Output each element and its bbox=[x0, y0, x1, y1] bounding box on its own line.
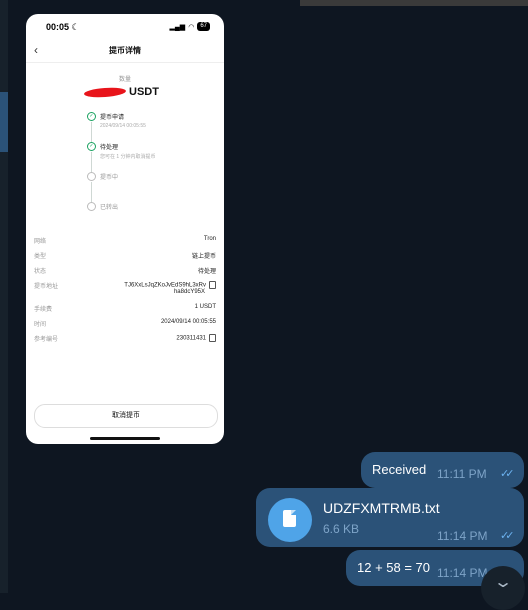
document-fold bbox=[291, 510, 296, 515]
document-icon bbox=[283, 510, 296, 527]
file-name[interactable]: UDZFXMTRMB.txt bbox=[323, 500, 440, 516]
chevron-down-icon: ⌄ bbox=[492, 574, 514, 591]
message-text: Received bbox=[372, 462, 427, 477]
amount-label: 数量 bbox=[118, 77, 131, 83]
file-message-bubble[interactable]: UDZFXMTRMB.txt 6.6 KB 11:14 PM ✓✓ bbox=[256, 488, 524, 547]
status-bar: 00:05 ☾ ▂▄▆ ◠ 67 bbox=[26, 14, 224, 38]
status-time-text: 00:05 bbox=[46, 22, 70, 32]
message-time: 11:11 PM bbox=[437, 467, 487, 481]
detail-label: 时间 bbox=[34, 322, 47, 328]
empty-circle-icon bbox=[87, 172, 96, 181]
file-download-button[interactable] bbox=[268, 498, 312, 542]
detail-label: 提币地址 bbox=[34, 284, 59, 290]
step-title: 待处理 bbox=[100, 145, 119, 151]
check-circle-icon: ✓ bbox=[87, 142, 96, 151]
step-subtitle: 2024/09/14 00:05:55 bbox=[100, 123, 146, 129]
detail-value: 230311431 bbox=[176, 334, 216, 342]
status-time: 00:05 ☾ bbox=[46, 22, 80, 33]
detail-label: 参考编号 bbox=[34, 337, 59, 343]
detail-value: 待处理 bbox=[197, 269, 216, 275]
progress-line bbox=[91, 122, 92, 144]
chat-list-selected-marker bbox=[0, 92, 8, 152]
detail-value: 2024/09/14 00:05:55 bbox=[160, 319, 216, 325]
detail-value: 链上提币 bbox=[191, 254, 216, 260]
detail-value: TJ6XxLsJqZKoJvEdS9hL3xRv bbox=[124, 281, 216, 289]
progress-line bbox=[91, 152, 92, 174]
detail-label: 类型 bbox=[34, 254, 47, 260]
wifi-icon: ◠ bbox=[188, 23, 195, 31]
nav-bar: ‹ 提币详情 bbox=[26, 42, 224, 63]
withdrawal-screenshot[interactable]: 00:05 ☾ ▂▄▆ ◠ 67 ‹ 提币详情 数量 USDT ✓ 提币申请 2… bbox=[26, 14, 224, 444]
detail-value: Tron bbox=[203, 236, 216, 242]
previous-image-edge[interactable] bbox=[300, 0, 528, 6]
detail-value: 1 USDT bbox=[194, 304, 216, 310]
page-title: 提币详情 bbox=[109, 46, 141, 55]
battery-icon: 67 bbox=[197, 22, 210, 31]
cancel-withdrawal-button: 取消提币 bbox=[34, 404, 218, 428]
double-check-icon: ✓✓ bbox=[500, 468, 515, 480]
detail-label: 网络 bbox=[34, 239, 47, 245]
redaction-mark bbox=[83, 86, 127, 98]
reference-number: 230311431 bbox=[176, 335, 206, 342]
step-subtitle: 您可在 1 分钟内取消提币 bbox=[100, 154, 156, 160]
copy-icon bbox=[209, 334, 216, 342]
step-title: 已转出 bbox=[100, 205, 119, 211]
file-size: 6.6 KB bbox=[323, 522, 360, 536]
step-title: 提币申请 bbox=[100, 115, 125, 121]
progress-line bbox=[91, 182, 92, 204]
address-line-1: TJ6XxLsJqZKoJvEdS9hL3xRv bbox=[124, 282, 206, 289]
empty-circle-icon bbox=[87, 202, 96, 211]
amount-unit: USDT bbox=[129, 86, 159, 98]
check-circle-icon: ✓ bbox=[87, 112, 96, 121]
chat-list-edge bbox=[0, 0, 8, 593]
message-text: 12 + 58 = 70 bbox=[357, 560, 431, 575]
step-title: 提币中 bbox=[100, 175, 119, 181]
detail-label: 手续费 bbox=[34, 307, 53, 313]
address-line-2: ha8dcY95X bbox=[173, 289, 205, 295]
message-bubble[interactable]: Received 11:11 PM ✓✓ bbox=[361, 452, 524, 488]
home-indicator bbox=[90, 437, 160, 440]
double-check-icon: ✓✓ bbox=[500, 530, 515, 542]
signal-icon: ▂▄▆ bbox=[169, 23, 186, 31]
moon-icon: ☾ bbox=[71, 22, 80, 32]
copy-icon bbox=[209, 281, 216, 289]
status-icons: ▂▄▆ ◠ 67 bbox=[169, 22, 210, 31]
message-time: 11:14 PM bbox=[437, 529, 488, 543]
scroll-down-button[interactable]: ⌄ bbox=[481, 566, 525, 610]
detail-label: 状态 bbox=[34, 269, 47, 275]
amount-row: USDT bbox=[83, 86, 159, 98]
